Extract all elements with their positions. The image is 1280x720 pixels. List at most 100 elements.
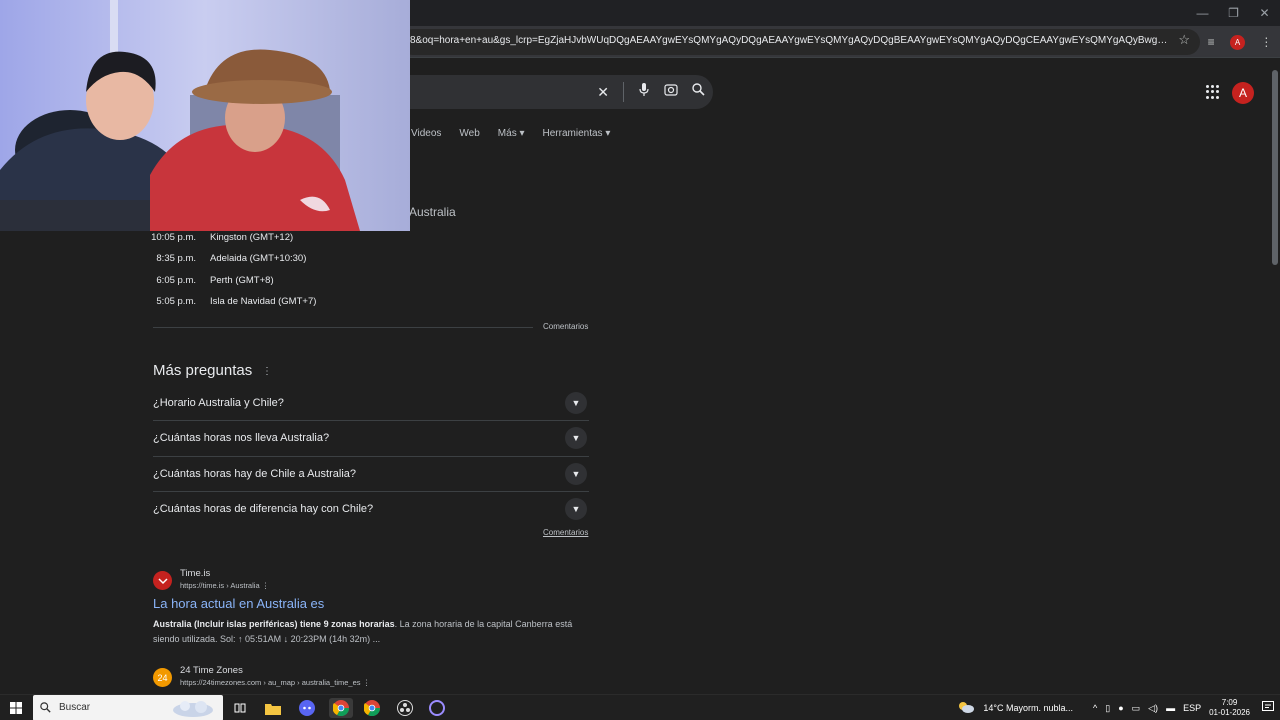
discord-icon[interactable] <box>296 698 318 718</box>
tab-web[interactable]: Web <box>459 128 479 139</box>
scrollbar-thumb[interactable] <box>1272 70 1278 265</box>
tab-more-label: Más <box>497 128 517 139</box>
result-url-text: https://24timezones.com › au_map › austr… <box>180 678 361 687</box>
system-tray: 14°C Mayorm. nubla... ^ ▯ ● ▭ ◁) ▬ ESP 7… <box>957 695 1280 720</box>
result-url-text: https://time.is › Australia <box>180 581 260 590</box>
taskbar: Buscar 14°C Mayorm. nubla... ^ ▯ ● ▭ ◁) … <box>0 694 1280 720</box>
chevron-up-icon[interactable]: ^ <box>1093 703 1097 713</box>
taskbar-search-label: Buscar <box>59 702 91 713</box>
address-bar[interactable]: 8&oq=hora+en+au&gs_lcrp=EgZjaHJvbWUqDQgA… <box>400 29 1200 55</box>
tab-more[interactable]: Más ▾ <box>498 128 525 139</box>
close-icon[interactable]: ✕ <box>1249 0 1280 26</box>
weather-icon[interactable] <box>957 701 975 715</box>
kebab-menu-icon[interactable]: ⋮ <box>262 581 270 590</box>
search-tabs: Videos Web Más ▾ Herramientas ▾ <box>411 128 610 139</box>
network-icon[interactable]: ▭ <box>1132 703 1141 714</box>
task-view-icon[interactable] <box>229 698 251 718</box>
chrome-icon-active[interactable] <box>329 698 353 718</box>
snippet-bold: Australia (Incluir islas periféricas) ti… <box>153 619 395 629</box>
clock-time: 7:09 <box>1221 698 1238 707</box>
timeis-favicon-icon <box>153 571 172 590</box>
paa-question[interactable]: ¿Cuántas horas nos lleva Australia? ▼ <box>153 421 589 457</box>
tab-tools-label: Herramientas <box>542 128 603 139</box>
app-icon[interactable] <box>426 698 448 718</box>
paa-title: Más preguntas <box>153 362 253 379</box>
tab-tools[interactable]: Herramientas ▾ <box>543 128 611 139</box>
clock-date: 01-01-2026 <box>1209 708 1250 717</box>
weather-text[interactable]: 14°C Mayorm. nubla... <box>983 703 1073 713</box>
chrome-icon[interactable] <box>361 698 383 718</box>
snippet-heading-partial: Australia <box>409 205 456 219</box>
paa-question-text: ¿Cuántas horas nos lleva Australia? <box>153 432 330 445</box>
media-control-icon[interactable]: ≡ <box>1208 35 1215 49</box>
toolbar-icons: ≡ A ⋮ <box>1200 30 1280 54</box>
chevron-down-icon: ▾ <box>519 128 525 139</box>
lens-camera-icon[interactable] <box>664 83 678 102</box>
chevron-down-icon[interactable]: ▼ <box>565 392 587 414</box>
paa-question[interactable]: ¿Horario Australia y Chile? ▼ <box>153 386 589 422</box>
restore-icon[interactable]: ❐ <box>1218 0 1249 26</box>
paa-menu-icon[interactable]: ⋮ <box>262 366 272 377</box>
language-indicator[interactable]: ESP <box>1183 703 1201 713</box>
result-site-name[interactable]: Time.is <box>180 568 210 579</box>
timezone-time: 10:05 p.m. <box>151 232 196 243</box>
clear-icon[interactable]: ✕ <box>597 84 609 101</box>
file-explorer-icon[interactable] <box>262 698 284 718</box>
windows-start-icon[interactable] <box>5 698 27 718</box>
result-title-link[interactable]: La hora actual en Australia es <box>153 596 324 611</box>
clock[interactable]: 7:09 01-01-2026 <box>1209 698 1250 718</box>
timezone-time: 5:05 p.m. <box>156 295 196 307</box>
paa-question-text: ¿Cuántas horas de diferencia hay con Chi… <box>153 502 374 515</box>
window-controls: — ❐ ✕ <box>1187 0 1280 26</box>
tab-videos[interactable]: Videos <box>411 128 441 139</box>
paa-question-text: ¿Cuántas horas hay de Chile a Australia? <box>153 467 357 480</box>
feedback-link[interactable]: Comentarios <box>543 322 588 331</box>
timezone-name: Kingston (GMT+12) <box>210 232 294 243</box>
screen: — ❐ ✕ 8&oq=hora+en+au&gs_lcrp=EgZjaHJvbW… <box>0 0 1280 720</box>
timezone-time: 6:05 p.m. <box>156 274 196 286</box>
microphone-icon[interactable] <box>638 82 650 102</box>
timezone-time: 8:35 p.m. <box>156 253 196 265</box>
chevron-down-icon[interactable]: ▼ <box>565 497 587 520</box>
chevron-down-icon[interactable]: ▼ <box>565 462 587 485</box>
paa-question-text: ¿Horario Australia y Chile? <box>153 397 284 409</box>
url-text[interactable]: 8&oq=hora+en+au&gs_lcrp=EgZjaHJvbWUqDQgA… <box>410 35 1170 46</box>
chevron-down-icon: ▾ <box>605 128 611 139</box>
chevron-down-icon[interactable]: ▼ <box>565 427 587 450</box>
result-url[interactable]: https://24timezones.com › au_map › austr… <box>180 678 370 687</box>
volume-icon[interactable]: ◁) <box>1148 703 1158 714</box>
result-snippet: Australia (Incluir islas periféricas) ti… <box>153 617 583 647</box>
microphone-icon[interactable]: ● <box>1118 703 1123 713</box>
search-icon <box>40 700 51 718</box>
timezone-name: Isla de Navidad (GMT+7) <box>210 295 317 307</box>
divider <box>153 327 533 328</box>
24timezones-favicon-icon: 24 <box>153 668 172 687</box>
bookmark-star-icon[interactable]: ☆ <box>1178 32 1190 48</box>
notification-icon[interactable] <box>1262 701 1274 715</box>
meet-icon[interactable]: ▯ <box>1105 703 1110 714</box>
page-scrollbar[interactable] <box>1270 60 1280 690</box>
account-avatar[interactable]: A <box>1232 82 1254 104</box>
result-site-name[interactable]: 24 Time Zones <box>180 665 243 676</box>
webcam-picture <box>0 0 410 231</box>
webcam-overlay <box>0 0 410 231</box>
apps-grid-icon[interactable] <box>1206 85 1220 99</box>
obs-icon[interactable] <box>394 698 416 718</box>
kebab-menu-icon[interactable]: ⋮ <box>1260 35 1272 49</box>
search-box-buttons: ✕ <box>597 75 705 109</box>
paa-list: ¿Horario Australia y Chile? ▼ ¿Cuántas h… <box>153 386 589 527</box>
profile-avatar[interactable]: A <box>1230 34 1245 50</box>
result-url[interactable]: https://time.is › Australia ⋮ <box>180 581 269 590</box>
paa-question[interactable]: ¿Cuántas horas de diferencia hay con Chi… <box>153 492 589 527</box>
kebab-menu-icon[interactable]: ⋮ <box>363 678 371 687</box>
search-icon[interactable] <box>692 83 705 101</box>
timezone-name: Adelaida (GMT+10:30) <box>210 253 307 265</box>
search-box[interactable]: ✕ <box>395 75 713 109</box>
battery-icon[interactable]: ▬ <box>1166 703 1175 713</box>
timezone-name: Perth (GMT+8) <box>210 274 274 286</box>
paa-question[interactable]: ¿Cuántas horas hay de Chile a Australia?… <box>153 457 589 492</box>
minimize-icon[interactable]: — <box>1187 0 1218 26</box>
taskbar-search[interactable]: Buscar <box>33 695 223 720</box>
feedback-link[interactable]: Comentarios <box>543 528 588 537</box>
search-highlight-icon <box>171 698 215 720</box>
